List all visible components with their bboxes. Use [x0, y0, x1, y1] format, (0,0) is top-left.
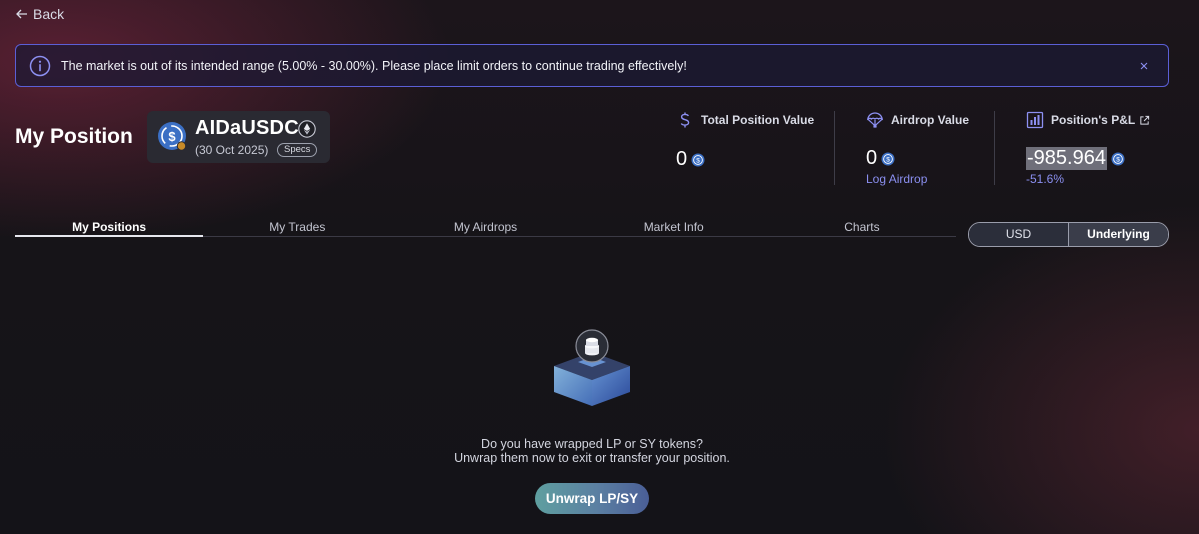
position-pnl: Position's P&L -985.964 $ -51.6%: [1026, 111, 1150, 186]
empty-state-line2: Unwrap them now to exit or transfer your…: [454, 451, 730, 465]
pnl-change: -51.6%: [1026, 172, 1065, 186]
alert-message: The market is out of its intended range …: [61, 58, 687, 73]
alert-close-button[interactable]: [1134, 56, 1154, 76]
back-button[interactable]: Back: [15, 6, 64, 22]
currency-toggle: USD Underlying: [968, 222, 1169, 247]
position-tabs: My Positions My Trades My Airdrops Marke…: [15, 216, 956, 237]
total-position-label: Total Position Value: [701, 113, 815, 127]
close-icon: [1140, 62, 1148, 69]
pnl-amount: -985.964: [1026, 147, 1107, 170]
page-title: My Position: [15, 125, 133, 148]
empty-box-illustration: [554, 329, 630, 406]
toggle-underlying[interactable]: Underlying: [1069, 223, 1168, 246]
token-name: AIDaUSDC: [195, 117, 299, 139]
svg-text:$: $: [168, 129, 176, 144]
ethereum-icon: [298, 120, 316, 138]
airdrop-value: Airdrop Value 0 $ Log Airdrop: [866, 111, 969, 188]
toggle-usd[interactable]: USD: [969, 223, 1069, 246]
usdc-coin-icon: $: [691, 153, 705, 166]
stats-divider: [834, 111, 835, 185]
empty-state-line1: Do you have wrapped LP or SY tokens?: [481, 437, 703, 451]
pnl-label: Position's P&L: [1051, 113, 1136, 127]
token-expiry-date: (30 Oct 2025): [195, 143, 269, 157]
usdc-coin-icon: $: [881, 152, 895, 165]
back-label: Back: [33, 6, 65, 22]
svg-text:$: $: [886, 156, 890, 163]
tab-market-info[interactable]: Market Info: [580, 216, 768, 236]
airdrop-amount: 0: [866, 147, 878, 169]
tab-charts[interactable]: Charts: [768, 216, 956, 236]
external-link-icon[interactable]: [1139, 115, 1150, 126]
empty-state-text: Do you have wrapped LP or SY tokens? Unw…: [400, 437, 784, 465]
market-range-alert: The market is out of its intended range …: [15, 44, 1169, 87]
stats-divider: [994, 111, 995, 185]
info-icon: [29, 55, 51, 76]
unwrap-lp-sy-button[interactable]: Unwrap LP/SY: [535, 483, 649, 514]
specs-button[interactable]: Specs: [277, 143, 318, 157]
chart-icon: [1026, 111, 1044, 129]
tab-my-airdrops[interactable]: My Airdrops: [391, 216, 579, 236]
total-position-value: Total Position Value 0 $: [676, 111, 814, 171]
usdc-coin-icon: $: [158, 122, 187, 151]
arrow-left-icon: [16, 9, 27, 19]
log-airdrop-link[interactable]: Log Airdrop: [866, 172, 927, 186]
usdc-coin-icon: $: [1111, 152, 1125, 165]
total-position-amount: 0: [676, 148, 688, 170]
svg-text:$: $: [696, 157, 700, 164]
token-card: $ AIDaUSDC (30 Oct 2025) Specs: [147, 111, 330, 163]
svg-text:$: $: [1116, 156, 1120, 163]
parachute-icon: [866, 112, 884, 128]
tab-my-trades[interactable]: My Trades: [203, 216, 391, 236]
airdrop-label: Airdrop Value: [891, 113, 970, 127]
tab-my-positions[interactable]: My Positions: [15, 216, 204, 237]
dollar-icon: [680, 112, 690, 128]
